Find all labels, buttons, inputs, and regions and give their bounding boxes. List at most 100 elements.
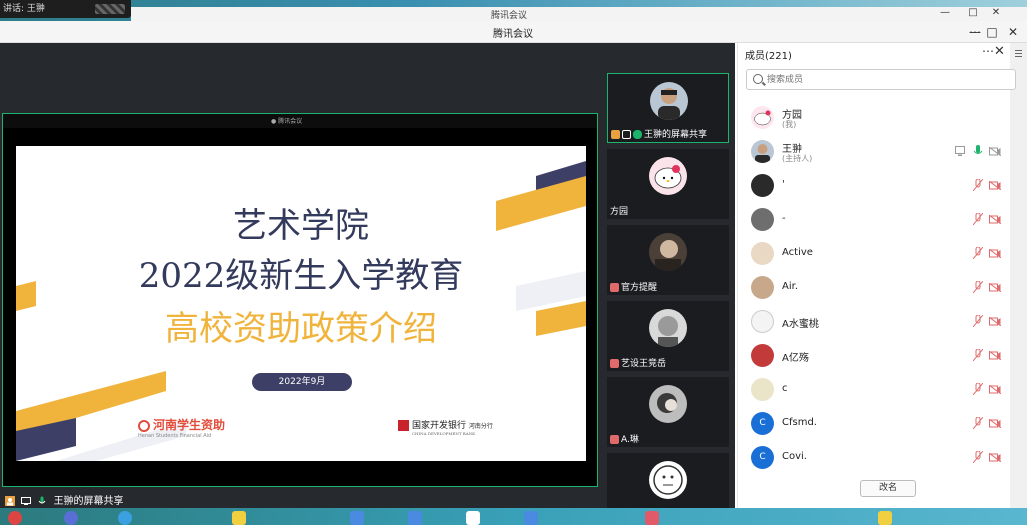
member-name: Cfsmd. [782, 417, 817, 428]
microphone-off-icon[interactable] [973, 383, 983, 395]
app-icon[interactable] [64, 511, 78, 525]
member-name: ' [782, 179, 785, 190]
member-avatar [751, 106, 774, 129]
background-maximize-button[interactable]: □ [963, 7, 983, 18]
members-more-button[interactable]: ⋯ [982, 44, 994, 58]
screen-share-stage[interactable]: ● 腾讯会议 艺术学院 2022级新生入学教育 高校资助政策介绍 2022年9月… [0, 43, 600, 508]
camera-off-icon[interactable] [989, 317, 1001, 326]
video-tile[interactable]: 官方提醒 [607, 225, 729, 295]
member-row[interactable]: c [738, 373, 1010, 407]
app-icon[interactable] [350, 511, 364, 525]
member-row[interactable]: A亿殇 [738, 339, 1010, 373]
app-icon[interactable] [408, 511, 422, 525]
app-icon[interactable] [645, 511, 659, 525]
member-row[interactable]: C Covi. [738, 441, 1010, 475]
member-row[interactable]: - [738, 203, 1010, 237]
microphone-off-icon[interactable] [973, 281, 983, 293]
background-window-title: 腾讯会议 [491, 11, 528, 21]
bank-emblem-icon [398, 420, 409, 431]
member-name: Covi. [782, 451, 807, 462]
camera-off-icon[interactable] [989, 181, 1001, 190]
member-search-input[interactable] [767, 72, 1007, 87]
microphone-off-icon[interactable] [973, 179, 983, 191]
background-window-titlebar: 腾讯会议 — □ ✕ [131, 7, 1027, 21]
side-toolbar-rail[interactable] [1010, 43, 1027, 508]
slide-title-orientation: 2022级新生入学教育 [138, 256, 464, 296]
member-status-icons [963, 417, 1003, 429]
menu-icon[interactable] [1010, 43, 1027, 63]
shared-screen-topbar: ● 腾讯会议 [3, 114, 597, 128]
member-search-box[interactable] [746, 69, 1016, 90]
app-icon[interactable] [118, 511, 132, 525]
camera-off-icon[interactable] [989, 453, 1001, 462]
participant-avatar [649, 157, 687, 195]
slide-title-college: 艺术学院 [233, 206, 369, 246]
member-role: (主持人) [782, 154, 813, 163]
microphone-off-icon[interactable] [973, 247, 983, 259]
video-tile-name: 方园 [610, 207, 629, 217]
app-icon[interactable] [878, 511, 892, 525]
participant-avatar [649, 461, 687, 499]
member-row[interactable]: ' [738, 169, 1010, 203]
members-close-button[interactable]: ✕ [994, 44, 1005, 59]
video-tile-label: 方园 [610, 204, 628, 217]
slide-date-badge: 2022年9月 [252, 373, 352, 391]
henan-student-aid-logo: 河南学生资助 Henan Students Financial Aid [138, 416, 225, 439]
video-tiles-column[interactable]: 王翀的屏幕共享 方园 官方提醒 艺设王竞岳 A.琳 [600, 43, 735, 523]
member-avatar [751, 276, 774, 299]
member-avatar [751, 344, 774, 367]
microphone-off-icon[interactable] [973, 451, 983, 463]
camera-off-icon[interactable] [989, 419, 1001, 428]
microphone-off-icon[interactable] [973, 213, 983, 225]
window-title: 腾讯会议 [493, 29, 533, 40]
video-tile-label: 王翀的屏幕共享 [611, 127, 707, 140]
member-row[interactable]: 方园 (我) [738, 101, 1010, 135]
member-list[interactable]: 方园 (我) 王翀 (主持人) ' - Active Air. A水蜜桃 A亿殇… [738, 101, 1010, 476]
camera-off-icon[interactable] [989, 283, 1001, 292]
member-row[interactable]: 王翀 (主持人) [738, 135, 1010, 169]
app-icon[interactable] [524, 511, 538, 525]
microphone-off-icon[interactable] [973, 315, 983, 327]
video-tile[interactable]: 王翀的屏幕共享 [607, 73, 729, 143]
member-row[interactable]: Active [738, 237, 1010, 271]
meeting-window: 腾讯会议 ⋯ — □ ✕ ● 腾讯会议 艺术学院 2022级新生入学教育 高校资… [0, 21, 1027, 523]
microphone-off-icon[interactable] [973, 349, 983, 361]
window-close-button[interactable]: ✕ [1002, 23, 1024, 41]
bank-branch-text: 河南分行 [468, 423, 493, 430]
camera-off-icon[interactable] [989, 147, 1001, 156]
video-tile[interactable]: 方园 [607, 149, 729, 219]
member-avatar [751, 174, 774, 197]
app-icon[interactable] [8, 511, 22, 525]
user-icon [611, 130, 620, 139]
camera-off-icon[interactable] [989, 215, 1001, 224]
muted-microphone-icon [610, 283, 619, 292]
video-tile-label: 艺设王竞岳 [610, 356, 666, 369]
member-status-icons [963, 247, 1003, 259]
rename-button[interactable]: 改名 [860, 480, 916, 497]
camera-off-icon[interactable] [989, 385, 1001, 394]
microphone-off-icon[interactable] [973, 417, 983, 429]
microphone-on-icon[interactable] [973, 145, 983, 157]
taskbar [0, 508, 1027, 525]
member-name: A亿殇 [782, 353, 809, 364]
camera-off-icon[interactable] [989, 351, 1001, 360]
window-maximize-button[interactable]: □ [981, 23, 1003, 41]
app-icon[interactable] [466, 511, 480, 525]
background-minimize-button[interactable]: — [935, 7, 955, 18]
members-panel-title: 成员(221) [745, 51, 792, 62]
member-avatar [751, 378, 774, 401]
member-row[interactable]: A水蜜桃 [738, 305, 1010, 339]
china-development-bank-logo: 国家开发银行 河南分行 CHINA DEVELOPMENT BANK [398, 418, 493, 436]
member-row[interactable]: C Cfsmd. [738, 407, 1010, 441]
member-status-icons [963, 383, 1003, 395]
member-avatar [751, 140, 774, 163]
app-icon[interactable] [232, 511, 246, 525]
camera-off-icon[interactable] [989, 249, 1001, 258]
video-tile[interactable]: A.琳 [607, 377, 729, 447]
shared-screen[interactable]: ● 腾讯会议 艺术学院 2022级新生入学教育 高校资助政策介绍 2022年9月… [2, 113, 598, 487]
window-titlebar: 腾讯会议 ⋯ — □ ✕ [0, 21, 1027, 43]
background-close-button[interactable]: ✕ [986, 7, 1006, 18]
member-row[interactable]: Air. [738, 271, 1010, 305]
video-tile[interactable]: 艺设王竞岳 [607, 301, 729, 371]
student-aid-logo-text: 河南学生资助 [153, 418, 226, 432]
